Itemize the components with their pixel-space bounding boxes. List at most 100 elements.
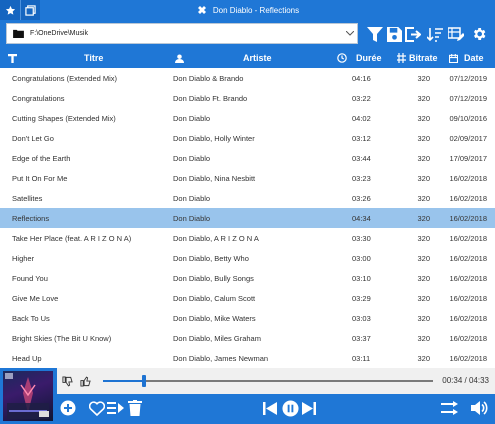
track-bitrate: 320 (417, 153, 430, 163)
track-row[interactable]: Head Up Don Diablo, James Newman 03:11 320 1… (0, 348, 495, 368)
playback-time: 00:34 / 04:33 (442, 376, 489, 385)
shuffle-button[interactable] (440, 400, 458, 416)
save-button[interactable] (385, 25, 403, 43)
track-bitrate: 320 (417, 213, 430, 223)
track-bitrate: 320 (417, 273, 430, 283)
album-art-image (5, 373, 49, 419)
track-row[interactable]: Congratulations (Extended Mix) Don Diablo… (0, 68, 495, 88)
next-button[interactable] (301, 401, 317, 415)
track-row[interactable]: Give Me Love Don Diablo, Calum Scott 03:29… (0, 288, 495, 308)
track-title: Back To Us (12, 313, 50, 323)
track-duration: 03:11 (352, 353, 371, 363)
track-row[interactable]: Bright Skies (The Bit U Know) Don Diablo,… (0, 328, 495, 348)
track-date: 16/02/2018 (449, 253, 487, 263)
track-bitrate: 320 (417, 333, 430, 343)
track-row[interactable]: Higher Don Diablo, Betty Who 03:00 320 16/02… (0, 248, 495, 268)
track-duration: 03:10 (352, 273, 371, 283)
shuffle-icon (440, 401, 458, 415)
track-date: 02/09/2017 (449, 133, 487, 143)
favorite-heart-button[interactable] (89, 400, 105, 416)
track-title: Put It On For Me (12, 173, 68, 183)
progress-area: 00:34 / 04:33 (57, 368, 495, 394)
thumbs-up-icon (79, 375, 91, 387)
export-button[interactable] (404, 25, 422, 43)
clock-icon (337, 53, 347, 63)
track-row[interactable]: Take Her Place (feat. A R I Z O N A) Don … (0, 228, 495, 248)
volume-button[interactable] (470, 399, 488, 417)
add-to-queue-button[interactable] (107, 400, 125, 416)
track-row[interactable]: Congratulations Don Diablo Ft. Brando 03:2… (0, 88, 495, 108)
track-title: Give Me Love (12, 293, 59, 303)
track-row[interactable]: Don't Let Go Don Diablo, Holly Winter 03:1… (0, 128, 495, 148)
folder-path-combobox[interactable]: F:\OneDrive\Musik (6, 23, 358, 44)
track-bitrate: 320 (417, 353, 430, 363)
settings-button[interactable] (470, 25, 488, 43)
bitrate-icon (397, 53, 406, 63)
track-duration: 04:02 (352, 113, 371, 123)
track-title: Higher (12, 253, 35, 263)
filter-icon (367, 26, 383, 42)
window-title-area: Don Diablo - Reflections (0, 0, 495, 20)
delete-button[interactable] (127, 400, 143, 416)
track-duration: 03:44 (352, 153, 371, 163)
track-artist: Don Diablo, A R I Z O N A (173, 233, 259, 243)
trash-icon (128, 400, 142, 416)
track-artist: Don Diablo, Nina Nesbitt (173, 173, 256, 183)
track-duration: 03:37 (352, 333, 371, 343)
track-title: Edge of the Earth (12, 153, 71, 163)
column-header-artist[interactable]: Artiste (243, 48, 272, 68)
track-title: Found You (12, 273, 48, 283)
track-title: Congratulations (12, 93, 65, 103)
album-cover (3, 371, 53, 421)
track-row[interactable]: Back To Us Don Diablo, Mike Waters 03:03 32… (0, 308, 495, 328)
track-bitrate: 320 (417, 233, 430, 243)
add-button[interactable] (60, 400, 76, 416)
chevron-down-icon[interactable] (343, 31, 357, 36)
edit-playlist-button[interactable] (447, 25, 465, 43)
track-date: 16/02/2018 (449, 213, 487, 223)
column-header-title-label[interactable]: Titre (84, 48, 103, 68)
track-date: 16/02/2018 (449, 173, 487, 183)
folder-icon (13, 29, 24, 38)
track-artist: Don Diablo, Betty Who (173, 253, 249, 263)
like-button[interactable] (79, 375, 91, 387)
track-duration: 03:23 (352, 173, 371, 183)
track-row[interactable]: Edge of the Earth Don Diablo 03:44 320 17/09… (0, 148, 495, 168)
track-duration: 03:00 (352, 253, 371, 263)
track-bitrate: 320 (417, 113, 430, 123)
track-artist: Don Diablo (173, 153, 211, 163)
sort-button[interactable] (426, 25, 444, 43)
track-title: Cutting Shapes (Extended Mix) (12, 113, 116, 123)
column-header-date[interactable]: Date (464, 48, 484, 68)
track-title: Congratulations (Extended Mix) (12, 73, 118, 83)
track-row[interactable]: Cutting Shapes (Extended Mix) Don Diablo 0… (0, 108, 495, 128)
column-header-duration[interactable]: Durée (356, 48, 382, 68)
track-artist: Don Diablo, Mike Waters (173, 313, 256, 323)
track-duration: 04:34 (352, 213, 371, 223)
seek-slider[interactable] (103, 375, 433, 387)
thumbs-down-icon (61, 375, 73, 387)
track-row[interactable]: Put It On For Me Don Diablo, Nina Nesbitt… (0, 168, 495, 188)
track-date: 17/09/2017 (449, 153, 487, 163)
track-title: Head Up (12, 353, 42, 363)
pause-circle-icon (281, 399, 299, 417)
seek-thumb[interactable] (142, 375, 147, 387)
track-row[interactable]: Satellites Don Diablo 03:26 320 16/02/2018 (0, 188, 495, 208)
column-header-title[interactable] (8, 48, 17, 68)
track-title: Don't Let Go (12, 133, 54, 143)
folder-path-value: F:\OneDrive\Musik (30, 30, 88, 37)
track-date: 07/12/2019 (449, 93, 487, 103)
column-header-bitrate[interactable]: Bitrate (409, 48, 438, 68)
track-row[interactable]: Reflections Don Diablo 04:34 320 16/02/2018 (0, 208, 495, 228)
track-artist: Don Diablo & Brando (173, 73, 244, 83)
track-bitrate: 320 (417, 73, 430, 83)
title-bar: Don Diablo - Reflections (0, 0, 495, 20)
track-row[interactable]: Found You Don Diablo, Bully Songs 03:10 320… (0, 268, 495, 288)
filter-button[interactable] (366, 25, 384, 43)
previous-button[interactable] (262, 401, 278, 415)
column-header-duration-icon (337, 48, 347, 68)
track-artist: Don Diablo, Bully Songs (173, 273, 254, 283)
dislike-button[interactable] (61, 375, 73, 387)
track-title: Satellites (12, 193, 43, 203)
pause-button[interactable] (281, 399, 299, 417)
